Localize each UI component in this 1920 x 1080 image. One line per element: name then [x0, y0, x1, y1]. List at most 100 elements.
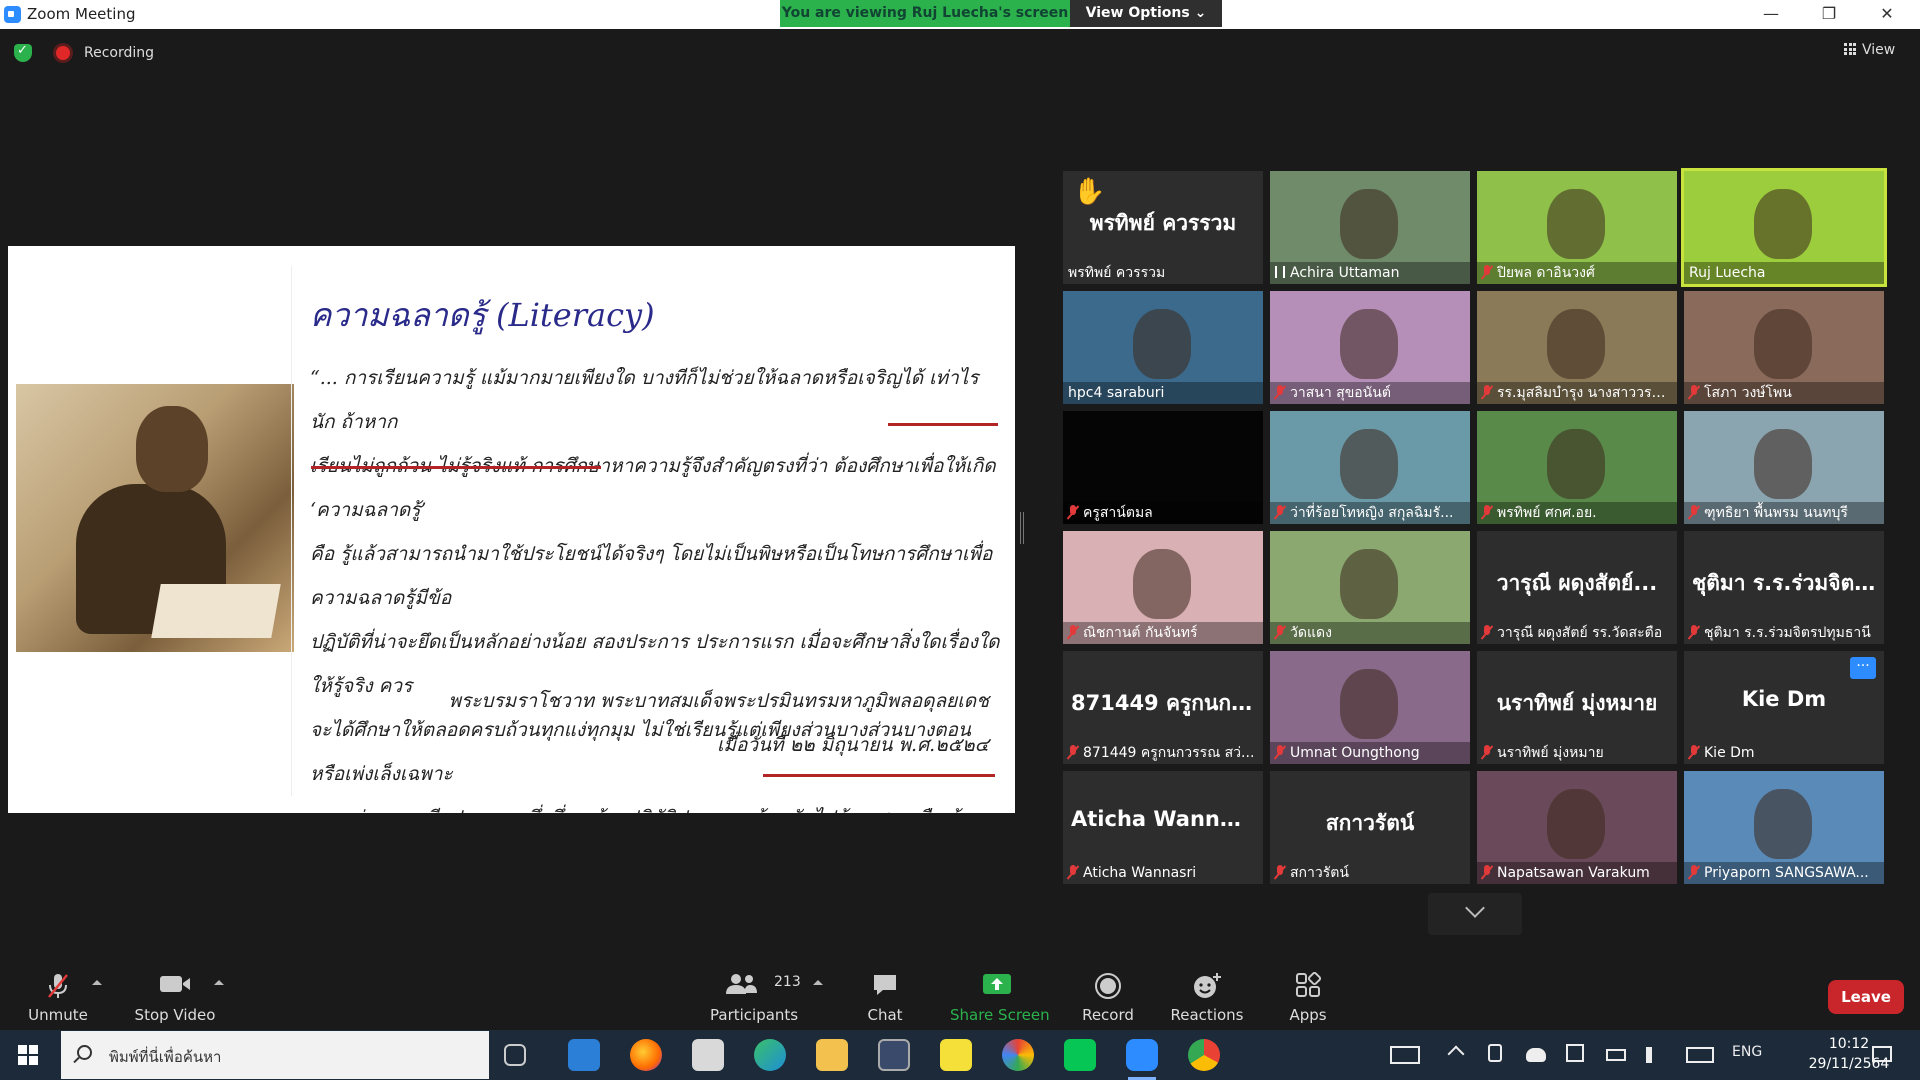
gallery-next-page-button[interactable] [1428, 893, 1522, 935]
participant-tile[interactable]: วารุณี ผดุงสัตย์... วารุณี ผดุงสัตย์ รร.ว… [1477, 531, 1677, 644]
notifications-icon[interactable] [1872, 1046, 1892, 1062]
participant-name: พรทิพย์ ศกศ.อย. [1497, 505, 1597, 521]
participant-tile[interactable]: Umnat Oungthong [1270, 651, 1470, 764]
participant-tile[interactable]: พรทิพย์ ศกศ.อย. [1477, 411, 1677, 524]
news-widget-icon[interactable] [1390, 1046, 1420, 1064]
participant-video [1754, 429, 1812, 499]
record-button[interactable]: Record [1080, 958, 1136, 1030]
participant-display-name: ชุติมา ร.ร.ร่วมจิต... [1692, 571, 1879, 595]
chrome-icon[interactable] [1188, 1039, 1220, 1071]
encryption-shield-icon[interactable] [14, 43, 32, 62]
firefox-icon[interactable] [630, 1039, 662, 1071]
slide-quote-line: บางแง่บางมุม อีกประการหนึ่งซึ่งจะต้องปฏิ… [310, 796, 1000, 813]
participant-name-label: ว่าที่ร้อยโทหญิง สกุลฉิมรั... [1270, 502, 1470, 524]
participant-tile[interactable]: Priyaporn SANGSAWA... [1684, 771, 1884, 884]
close-button[interactable]: ✕ [1864, 2, 1910, 26]
participant-display-name: Kie Dm [1741, 687, 1827, 711]
windows-taskbar: พิมพ์ที่นี่เพื่อค้นหา ENG 10:12 29/11/25… [0, 1030, 1920, 1080]
edge-icon[interactable] [754, 1039, 786, 1071]
keyboard-icon[interactable] [1686, 1047, 1714, 1063]
line-app-icon[interactable] [1064, 1039, 1096, 1071]
participant-tile[interactable]: ว่าที่ร้อยโทหญิง สกุลฉิมรั... [1270, 411, 1470, 524]
restore-button[interactable]: ❐ [1806, 2, 1852, 26]
participant-name-label: วารุณี ผดุงสัตย์ รร.วัดสะตือ [1477, 622, 1677, 644]
participant-name: Priyaporn SANGSAWA... [1704, 865, 1869, 881]
participant-tile[interactable]: ชุติมา ร.ร.ร่วมจิต... ชุติมา ร.ร.ร่วมจิตร… [1684, 531, 1884, 644]
participant-tile[interactable]: Ruj Luecha [1681, 168, 1887, 287]
mic-muted-icon [1689, 385, 1699, 399]
participants-button[interactable]: 213 Participants [710, 958, 801, 1030]
view-button[interactable]: View [1844, 42, 1895, 58]
apps-button[interactable]: Apps [1284, 958, 1332, 1030]
chat-button[interactable]: Chat [860, 958, 910, 1030]
photos-icon[interactable] [1002, 1039, 1034, 1071]
minimize-button[interactable]: — [1748, 2, 1794, 26]
app-window-icon[interactable] [878, 1039, 910, 1071]
zoom-taskbar-icon[interactable] [1126, 1039, 1158, 1080]
mic-muted-icon [1689, 865, 1699, 879]
participant-tile[interactable]: hpc4 saraburi [1063, 291, 1263, 404]
meeting-toolbar: Unmute Stop Video 213 Participants Chat … [0, 958, 1920, 1030]
participant-tile[interactable]: สกาวรัตน์ สกาวรัตน์ [1270, 771, 1470, 884]
participant-name-label: Aticha Wannasri [1063, 862, 1263, 884]
participant-tile[interactable]: Achira Uttaman [1270, 171, 1470, 284]
tray-chevron-icon[interactable] [1447, 1045, 1465, 1063]
tile-more-options-button[interactable]: ··· [1850, 657, 1876, 679]
participant-tile[interactable]: Napatsawan Varakum [1477, 771, 1677, 884]
participant-tile[interactable]: ✋ พรทิพย์ ควรรวม พรทิพย์ ควรรวม [1063, 171, 1263, 284]
battery-icon[interactable] [1606, 1049, 1626, 1061]
onedrive-icon[interactable] [1526, 1048, 1546, 1062]
mic-muted-icon [1482, 745, 1492, 759]
video-camera-icon [160, 976, 190, 992]
participant-tile[interactable]: ณิชกานต์ กันจันทร์ [1063, 531, 1263, 644]
participant-tile[interactable]: Aticha Wannasri Aticha Wannasri [1063, 771, 1263, 884]
participant-name: ณิชกานต์ กันจันทร์ [1083, 625, 1198, 641]
slide-credit-line2: เมื่อวันที่ ๒๒ มิถุนายน พ.ศ.๒๕๒๔ [716, 734, 989, 756]
leave-button[interactable]: Leave [1828, 980, 1904, 1014]
participant-tile[interactable]: 871449 ครูกนกว... 871449 ครูกนกวรรณ สว่..… [1063, 651, 1263, 764]
view-options-button[interactable]: View Options ⌄ [1070, 0, 1222, 27]
share-screen-button[interactable]: Share Screen [950, 958, 1050, 1030]
mic-muted-icon [1482, 505, 1492, 519]
participant-name-label: Ruj Luecha [1684, 262, 1884, 284]
volume-muted-icon[interactable] [1646, 1047, 1660, 1063]
split-view-handle[interactable] [1020, 512, 1024, 544]
mic-muted-icon [1068, 625, 1078, 639]
participant-video [1133, 309, 1191, 379]
participant-name-label: 871449 ครูกนกวรรณ สว่... [1063, 742, 1263, 764]
video-options-caret[interactable] [214, 980, 224, 985]
unmute-button[interactable]: Unmute [18, 958, 98, 1030]
recording-label: Recording [84, 45, 155, 61]
file-explorer-icon[interactable] [816, 1039, 848, 1071]
task-view-icon[interactable] [504, 1044, 526, 1066]
share-screen-icon [983, 974, 1011, 994]
participant-tile[interactable]: ครูสาน์ตมล [1063, 411, 1263, 524]
participant-name-label: ชุติมา ร.ร.ร่วมจิตรปทุมธานี [1684, 622, 1884, 644]
participant-video [1340, 669, 1398, 739]
taskbar-search-box[interactable]: พิมพ์ที่นี่เพื่อค้นหา [61, 1031, 489, 1079]
reactions-button[interactable]: Reactions [1170, 958, 1244, 1030]
participant-tile[interactable]: วาสนา สุขอนันต์ [1270, 291, 1470, 404]
participant-tile[interactable]: ปิยพล ดาอินวงศ์ [1477, 171, 1677, 284]
participant-tile[interactable]: รร.มุสลิมบำรุง นางสาววรนิ... [1477, 291, 1677, 404]
tray-display-icon[interactable] [1566, 1044, 1584, 1062]
mic-muted-icon [48, 974, 68, 998]
participant-tile[interactable]: นราทิพย์ มุ่งหมาย นราทิพย์ มุ่งหมาย [1477, 651, 1677, 764]
stop-video-button[interactable]: Stop Video [130, 958, 220, 1030]
stop-video-label: Stop Video [134, 1006, 216, 1024]
participant-name: Aticha Wannasri [1083, 865, 1197, 881]
language-indicator[interactable]: ENG [1732, 1044, 1762, 1060]
participant-tile[interactable]: ฑุทธิยา พื้นพรม นนทบุรี [1684, 411, 1884, 524]
windows-start-icon[interactable] [18, 1045, 38, 1065]
participant-name-label: ปิยพล ดาอินวงศ์ [1477, 262, 1677, 284]
sticky-notes-icon[interactable] [940, 1039, 972, 1071]
participant-tile[interactable]: โสภา วงษ์โพน [1684, 291, 1884, 404]
participants-options-caret[interactable] [813, 980, 823, 985]
store-icon[interactable] [692, 1039, 724, 1071]
participant-name-label: โสภา วงษ์โพน [1684, 382, 1884, 404]
mail-app-icon[interactable] [568, 1039, 600, 1071]
audio-options-caret[interactable] [92, 980, 102, 985]
participant-tile[interactable]: วัดแดง [1270, 531, 1470, 644]
tray-device-icon[interactable] [1488, 1044, 1502, 1062]
participant-tile[interactable]: Kie Dm ··· Kie Dm [1684, 651, 1884, 764]
